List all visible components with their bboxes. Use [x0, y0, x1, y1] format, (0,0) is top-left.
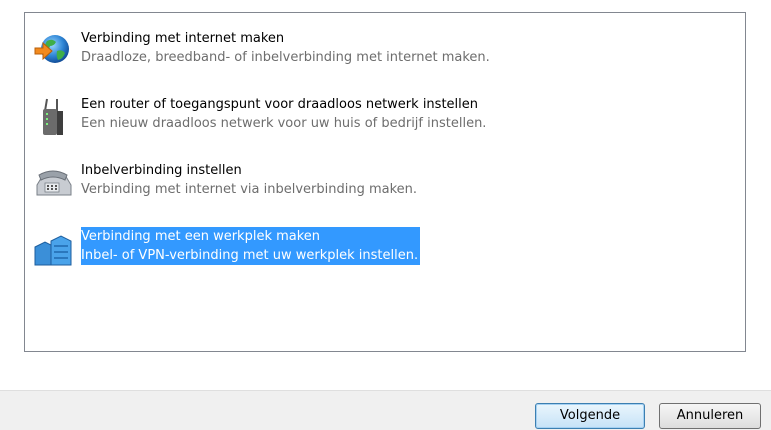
option-description: Inbel- of VPN-verbinding met uw werkplek… — [81, 246, 421, 265]
telephone-icon — [33, 163, 73, 203]
next-button[interactable]: Volgende — [535, 403, 645, 429]
option-title: Inbelverbinding instellen — [81, 163, 242, 178]
globe-arrow-icon — [33, 31, 73, 71]
router-icon — [33, 97, 73, 137]
option-title: Een router of toegangspunt voor draadloo… — [81, 97, 478, 112]
option-description: Een nieuw draadloos netwerk voor uw huis… — [81, 116, 487, 131]
option-description: Verbinding met internet via inbelverbind… — [81, 182, 418, 197]
option-title: Verbinding met internet maken — [81, 31, 285, 46]
dialog-footer: Volgende Annuleren — [0, 390, 771, 430]
option-title: Verbinding met een werkplek maken — [81, 227, 421, 246]
option-description: Draadloze, breedband- of inbelverbinding… — [81, 50, 490, 65]
cancel-button[interactable]: Annuleren — [659, 403, 761, 429]
connection-options-list[interactable]: Verbinding met internet maken Draadloze,… — [24, 12, 746, 352]
workplace-building-icon — [33, 229, 73, 269]
